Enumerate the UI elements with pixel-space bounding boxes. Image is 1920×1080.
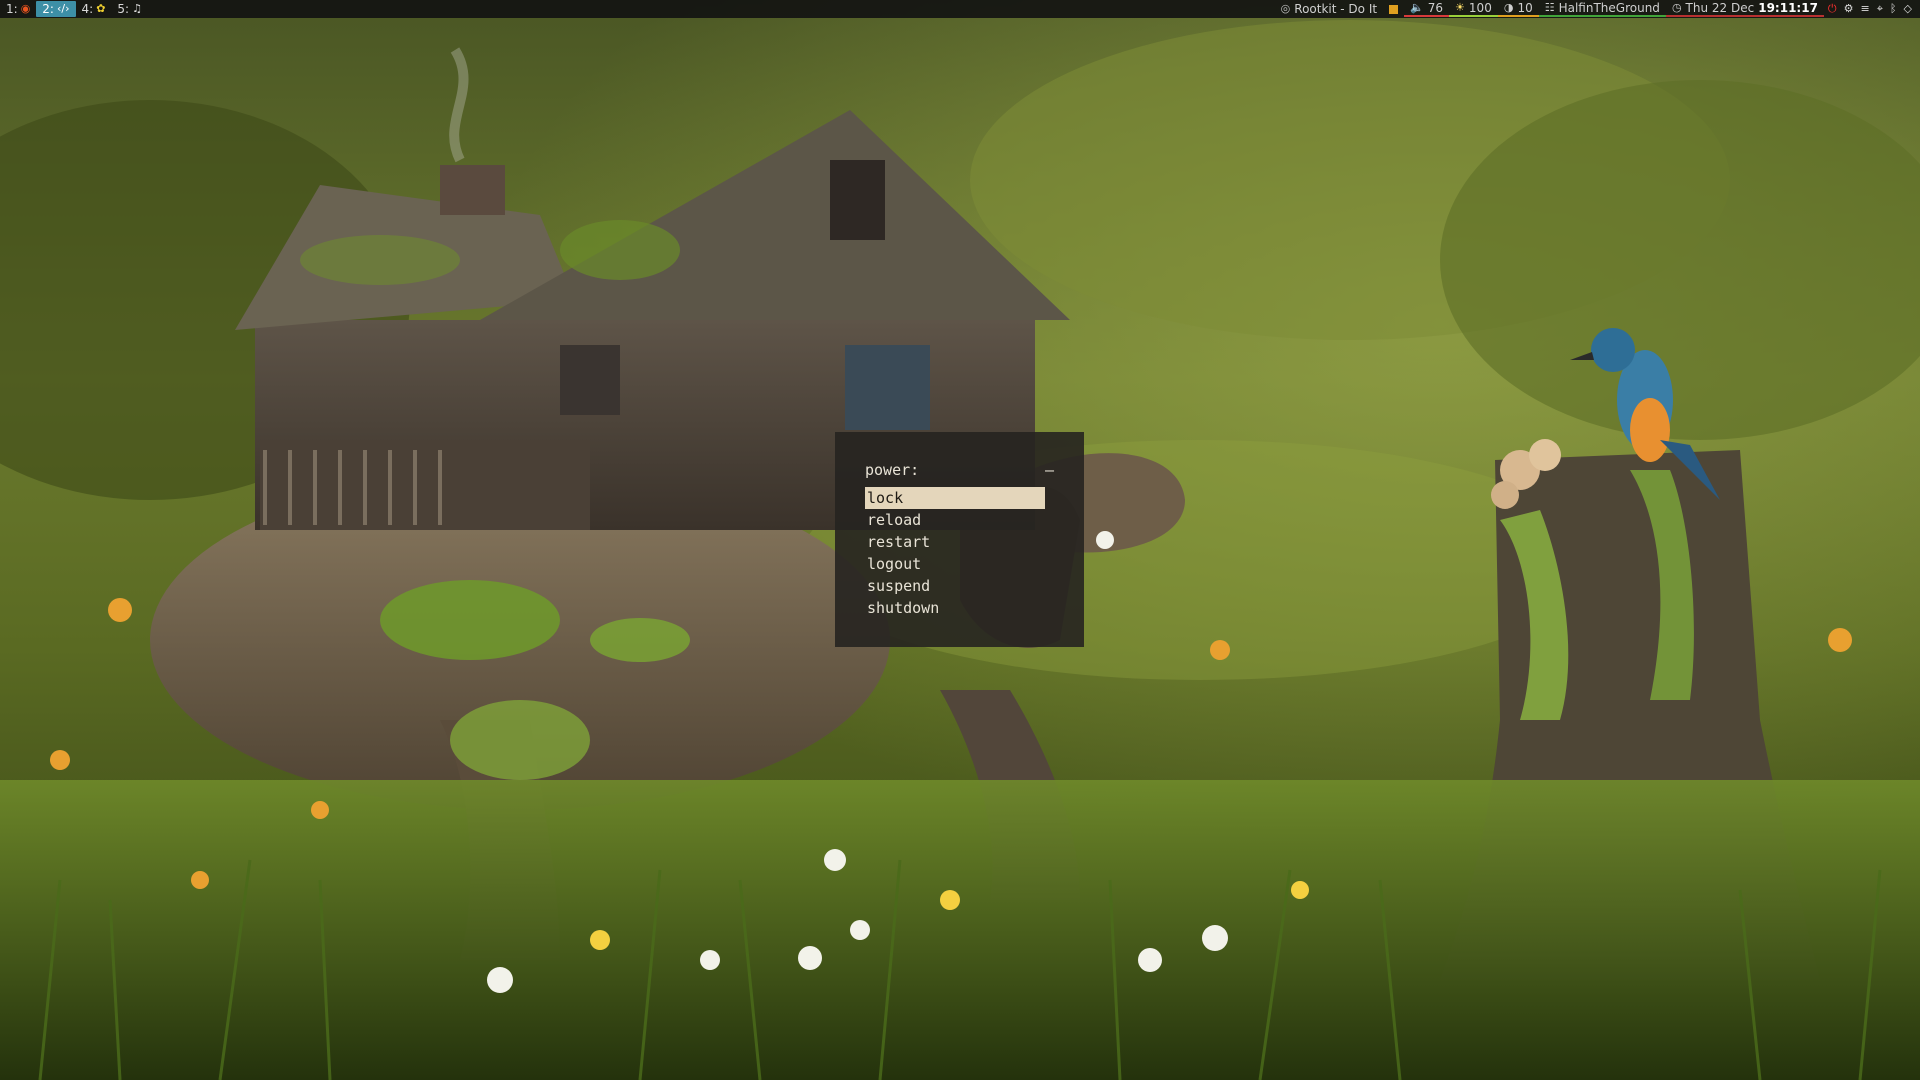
volume-value: 76 — [1427, 1, 1444, 15]
menu-input-cursor[interactable]: – — [1045, 461, 1054, 483]
wifi-module[interactable]: ☷ HalfinTheGround — [1538, 1, 1666, 17]
brightness-icon: ☀ — [1455, 1, 1465, 14]
workspace-5[interactable]: 5: ♫ — [111, 1, 148, 17]
menu-prompt: power: — [865, 461, 920, 479]
clock-module[interactable]: ◷ Thu 22 Dec 19:11:17 — [1665, 1, 1824, 17]
network-icon[interactable]: ≡ — [1861, 0, 1870, 18]
workspace-list: 1: ◉ 2: ‹/› 4: ✿ 5: ♫ — [0, 0, 148, 18]
contrast-icon: ◑ — [1503, 1, 1514, 14]
top-panel: 1: ◉ 2: ‹/› 4: ✿ 5: ♫ ◎ Rootkit - Do It … — [0, 0, 1920, 18]
menu-item-reload[interactable]: reload — [865, 509, 1045, 531]
menu-item-lock[interactable]: lock — [865, 487, 1045, 509]
ubuntu-icon: ◉ — [20, 2, 31, 15]
brightness-module[interactable]: ☀ 100 — [1449, 1, 1498, 17]
menu-list: lock reload restart logout suspend shutd… — [865, 487, 1054, 619]
contrast-value: 10 — [1517, 1, 1533, 15]
system-tray: ⏻ ⚙ ≡ ⌖ ᛒ ◇ — [1824, 0, 1916, 18]
workspace-number: 1: — [6, 2, 18, 16]
wifi-ssid: HalfinTheGround — [1558, 1, 1660, 15]
menu-item-suspend[interactable]: suspend — [865, 575, 1045, 597]
wifi-icon: ☷ — [1544, 1, 1555, 14]
location-icon[interactable]: ⌖ — [1877, 0, 1883, 18]
workspace-number: 5: — [117, 2, 130, 16]
workspace-number: 4: — [81, 2, 94, 16]
now-playing-text: Rootkit - Do It — [1294, 2, 1378, 16]
menu-item-logout[interactable]: logout — [865, 553, 1045, 575]
workspace-1[interactable]: 1: ◉ — [0, 1, 36, 17]
contrast-module[interactable]: ◑ 10 — [1497, 1, 1539, 17]
menu-item-restart[interactable]: restart — [865, 531, 1045, 553]
menu-header: power: – — [865, 461, 1054, 483]
workspace-2[interactable]: 2: ‹/› — [36, 1, 76, 17]
music-icon: ♫ — [132, 2, 142, 15]
indicator-square-icon — [1389, 4, 1399, 14]
bluetooth-icon[interactable]: ᛒ — [1890, 0, 1897, 18]
clock-icon: ◷ — [1671, 1, 1682, 14]
power-menu: power: – lock reload restart logout susp… — [835, 432, 1084, 647]
shield-icon[interactable]: ◇ — [1904, 0, 1912, 18]
flower-icon: ✿ — [96, 2, 106, 15]
speaker-icon: 🔈 — [1410, 1, 1424, 14]
media-icon: ◎ — [1280, 2, 1291, 15]
workspace-number: 2: — [42, 2, 54, 16]
power-icon[interactable]: ⏻ — [1828, 0, 1837, 18]
menu-item-shutdown[interactable]: shutdown — [865, 597, 1045, 619]
clock-time: 19:11:17 — [1758, 1, 1818, 15]
settings-icon[interactable]: ⚙ — [1844, 0, 1854, 18]
status-modules: ◎ Rootkit - Do It 🔈 76 ☀ 100 ◑ 10 ☷ Half… — [1275, 0, 1920, 18]
volume-module[interactable]: 🔈 76 — [1404, 1, 1450, 17]
indicator-module[interactable] — [1383, 1, 1404, 17]
code-icon: ‹/› — [56, 2, 70, 15]
workspace-4[interactable]: 4: ✿ — [76, 1, 112, 17]
clock-date: Thu 22 Dec — [1685, 1, 1755, 15]
media-player-module[interactable]: ◎ Rootkit - Do It — [1275, 1, 1383, 17]
brightness-value: 100 — [1468, 1, 1492, 15]
